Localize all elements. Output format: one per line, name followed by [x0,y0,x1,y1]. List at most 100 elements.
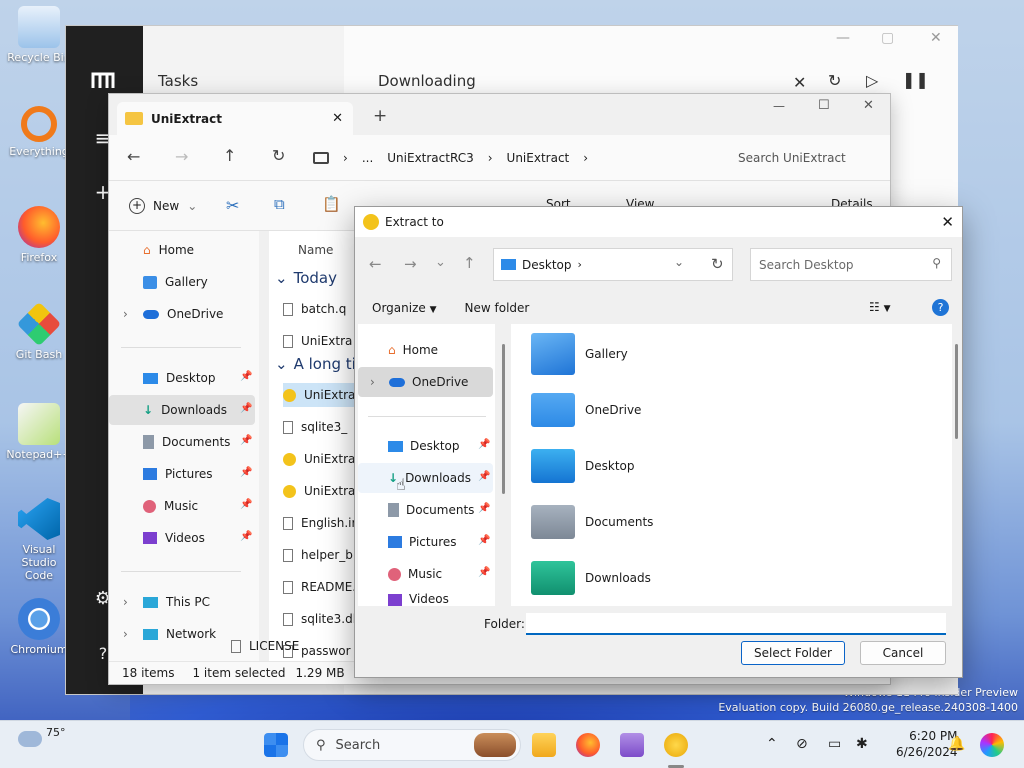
back-arrow-icon[interactable]: ← [369,255,382,273]
copilot-icon[interactable] [980,733,1004,757]
select-folder-button[interactable]: Select Folder [741,641,845,665]
refresh-icon[interactable]: ↻ [828,71,841,90]
nav-item-home[interactable]: ⌂ Home [358,335,493,365]
copy-icon[interactable]: ⧉ [274,195,285,213]
notification-bell-icon[interactable]: 🔔 [948,736,965,752]
taskbar-search[interactable]: ⚲ Search [303,729,521,761]
up-arrow-icon[interactable]: ↑ [223,146,236,165]
folder-input[interactable] [526,613,946,635]
folder-item-desktop[interactable]: Desktop [531,442,635,490]
desktop-icon-git-bash[interactable]: Git Bash [4,301,74,361]
folder-item-documents[interactable]: Documents [531,498,653,546]
start-icon[interactable] [264,733,288,757]
view-options-icon[interactable]: ☷ ▼ [869,300,891,314]
folder-view-scrollbar[interactable] [955,344,958,439]
desktop-icon-vscode[interactable]: Visual Studio Code [4,498,74,582]
organize-button[interactable]: Organize ▼ [372,301,437,315]
explorer-search-input[interactable]: Search UniExtract [726,143,892,173]
file-explorer-taskbar-icon[interactable] [532,733,556,757]
nav-item-videos[interactable]: Videos [358,589,493,606]
nav-item-music[interactable]: Music 📌 [358,559,493,589]
list-item[interactable]: English.ir [283,511,356,535]
close-icon[interactable]: ✕ [930,30,942,46]
list-item[interactable]: sqlite3_ [283,415,347,439]
help-icon[interactable]: ? [932,299,949,316]
minimize-icon[interactable]: — [773,99,785,113]
nav-pane-scrollbar[interactable] [502,344,505,494]
group-header-today[interactable]: ⌄ Today [275,269,337,287]
maximize-icon[interactable]: ☐ [818,98,830,113]
nav-item-onedrive[interactable]: › OneDrive [358,367,493,397]
minimize-icon[interactable]: — [836,30,850,46]
nav-item-documents[interactable]: Documents 📌 [109,427,255,457]
folder-item-downloads[interactable]: Downloads [531,554,651,602]
folder-item-gallery[interactable]: Gallery [531,330,628,378]
uniextract-taskbar-icon[interactable] [664,733,688,757]
new-button[interactable]: + New ⌄ [129,198,197,214]
desktop-icon-chromium[interactable]: Chromium [4,598,74,656]
breadcrumb-item[interactable]: UniExtract [507,151,570,165]
nav-item-this-pc[interactable]: › This PC [109,587,255,617]
refresh-icon[interactable]: ↻ [272,146,285,165]
new-tab-button[interactable]: + [373,106,387,126]
nav-item-desktop[interactable]: Desktop 📌 [109,363,255,393]
back-arrow-icon[interactable]: ← [127,147,140,166]
up-arrow-icon[interactable]: ↑ [463,254,476,272]
close-tab-icon[interactable]: ✕ [332,111,343,126]
list-item[interactable]: UniExtra [283,447,355,471]
nav-item-onedrive[interactable]: › OneDrive [109,299,255,329]
firefox-taskbar-icon[interactable] [576,733,600,757]
nav-item-music[interactable]: Music 📌 [109,491,255,521]
list-item-selected[interactable]: UniExtra [283,383,363,407]
column-header-name[interactable]: Name [298,243,333,257]
refresh-icon[interactable]: ↻ [711,255,724,273]
nav-item-documents[interactable]: Documents 📌 [358,495,493,525]
close-icon[interactable]: ✕ [863,98,874,113]
desktop-icon-notepadpp[interactable]: Notepad++ [4,403,74,461]
display-icon[interactable]: ▭ [828,736,841,752]
tasks-app-taskbar-icon[interactable] [620,733,644,757]
breadcrumb[interactable]: › ... UniExtractRC3 › UniExtract › [313,143,713,173]
breadcrumb-overflow[interactable]: ... [362,151,373,165]
list-item[interactable]: README. [283,575,356,599]
pause-icon[interactable]: ❚❚ [902,70,929,89]
desktop-icon-recycle-bin[interactable]: Recycle Bin [4,6,74,64]
nav-item-downloads[interactable]: ↓ Downloads 📌 [358,463,493,493]
nav-item-desktop[interactable]: Desktop 📌 [358,431,493,461]
forward-arrow-icon[interactable]: → [404,255,417,273]
dialog-search-input[interactable]: Search Desktop ⚲ [750,248,952,281]
close-icon[interactable]: ✕ [941,213,954,231]
desktop-icon-firefox[interactable]: Firefox [4,206,74,264]
input-indicator-icon[interactable]: ✱ [856,736,868,752]
folder-item-onedrive[interactable]: OneDrive [531,386,641,434]
network-off-icon[interactable]: ⊘ [796,736,808,752]
cut-icon[interactable]: ✂ [226,196,239,215]
nav-item-downloads[interactable]: ↓ Downloads 📌 [109,395,255,425]
list-item[interactable]: UniExtrac [283,479,362,503]
list-item[interactable]: helper_bi [283,543,356,567]
breadcrumb-item[interactable]: UniExtractRC3 [387,151,473,165]
recent-locations-icon[interactable]: ⌄ [435,255,446,270]
list-item[interactable]: LICENSE [231,639,299,653]
chevron-up-icon[interactable]: ⌃ [766,736,778,752]
cancel-download-icon[interactable]: ✕ [793,73,806,92]
list-item[interactable]: batch.q [283,297,346,321]
nav-item-pictures[interactable]: Pictures 📌 [109,459,255,489]
list-item[interactable]: sqlite3.dl [283,607,356,631]
maximize-icon[interactable]: ▢ [881,30,894,46]
dialog-address-bar[interactable]: Desktop › ⌄ [493,248,733,281]
nav-item-home[interactable]: ⌂ Home [109,235,255,265]
cancel-button[interactable]: Cancel [860,641,946,665]
weather-widget[interactable]: 75° [18,726,66,747]
chevron-down-icon[interactable]: ⌄ [674,255,684,269]
new-folder-button[interactable]: New folder [465,301,530,315]
forward-arrow-icon[interactable]: → [175,147,188,166]
nav-item-videos[interactable]: Videos 📌 [109,523,255,553]
nav-item-gallery[interactable]: Gallery [109,267,255,297]
nav-item-pictures[interactable]: Pictures 📌 [358,527,493,557]
play-icon[interactable]: ▷ [866,71,878,90]
list-item[interactable]: UniExtra [283,329,352,353]
group-header-long-ago[interactable]: ⌄ A long ti [275,355,356,373]
desktop-icon-everything[interactable]: Everything [4,106,74,158]
tab-uniextract[interactable]: UniExtract ✕ [117,102,353,135]
